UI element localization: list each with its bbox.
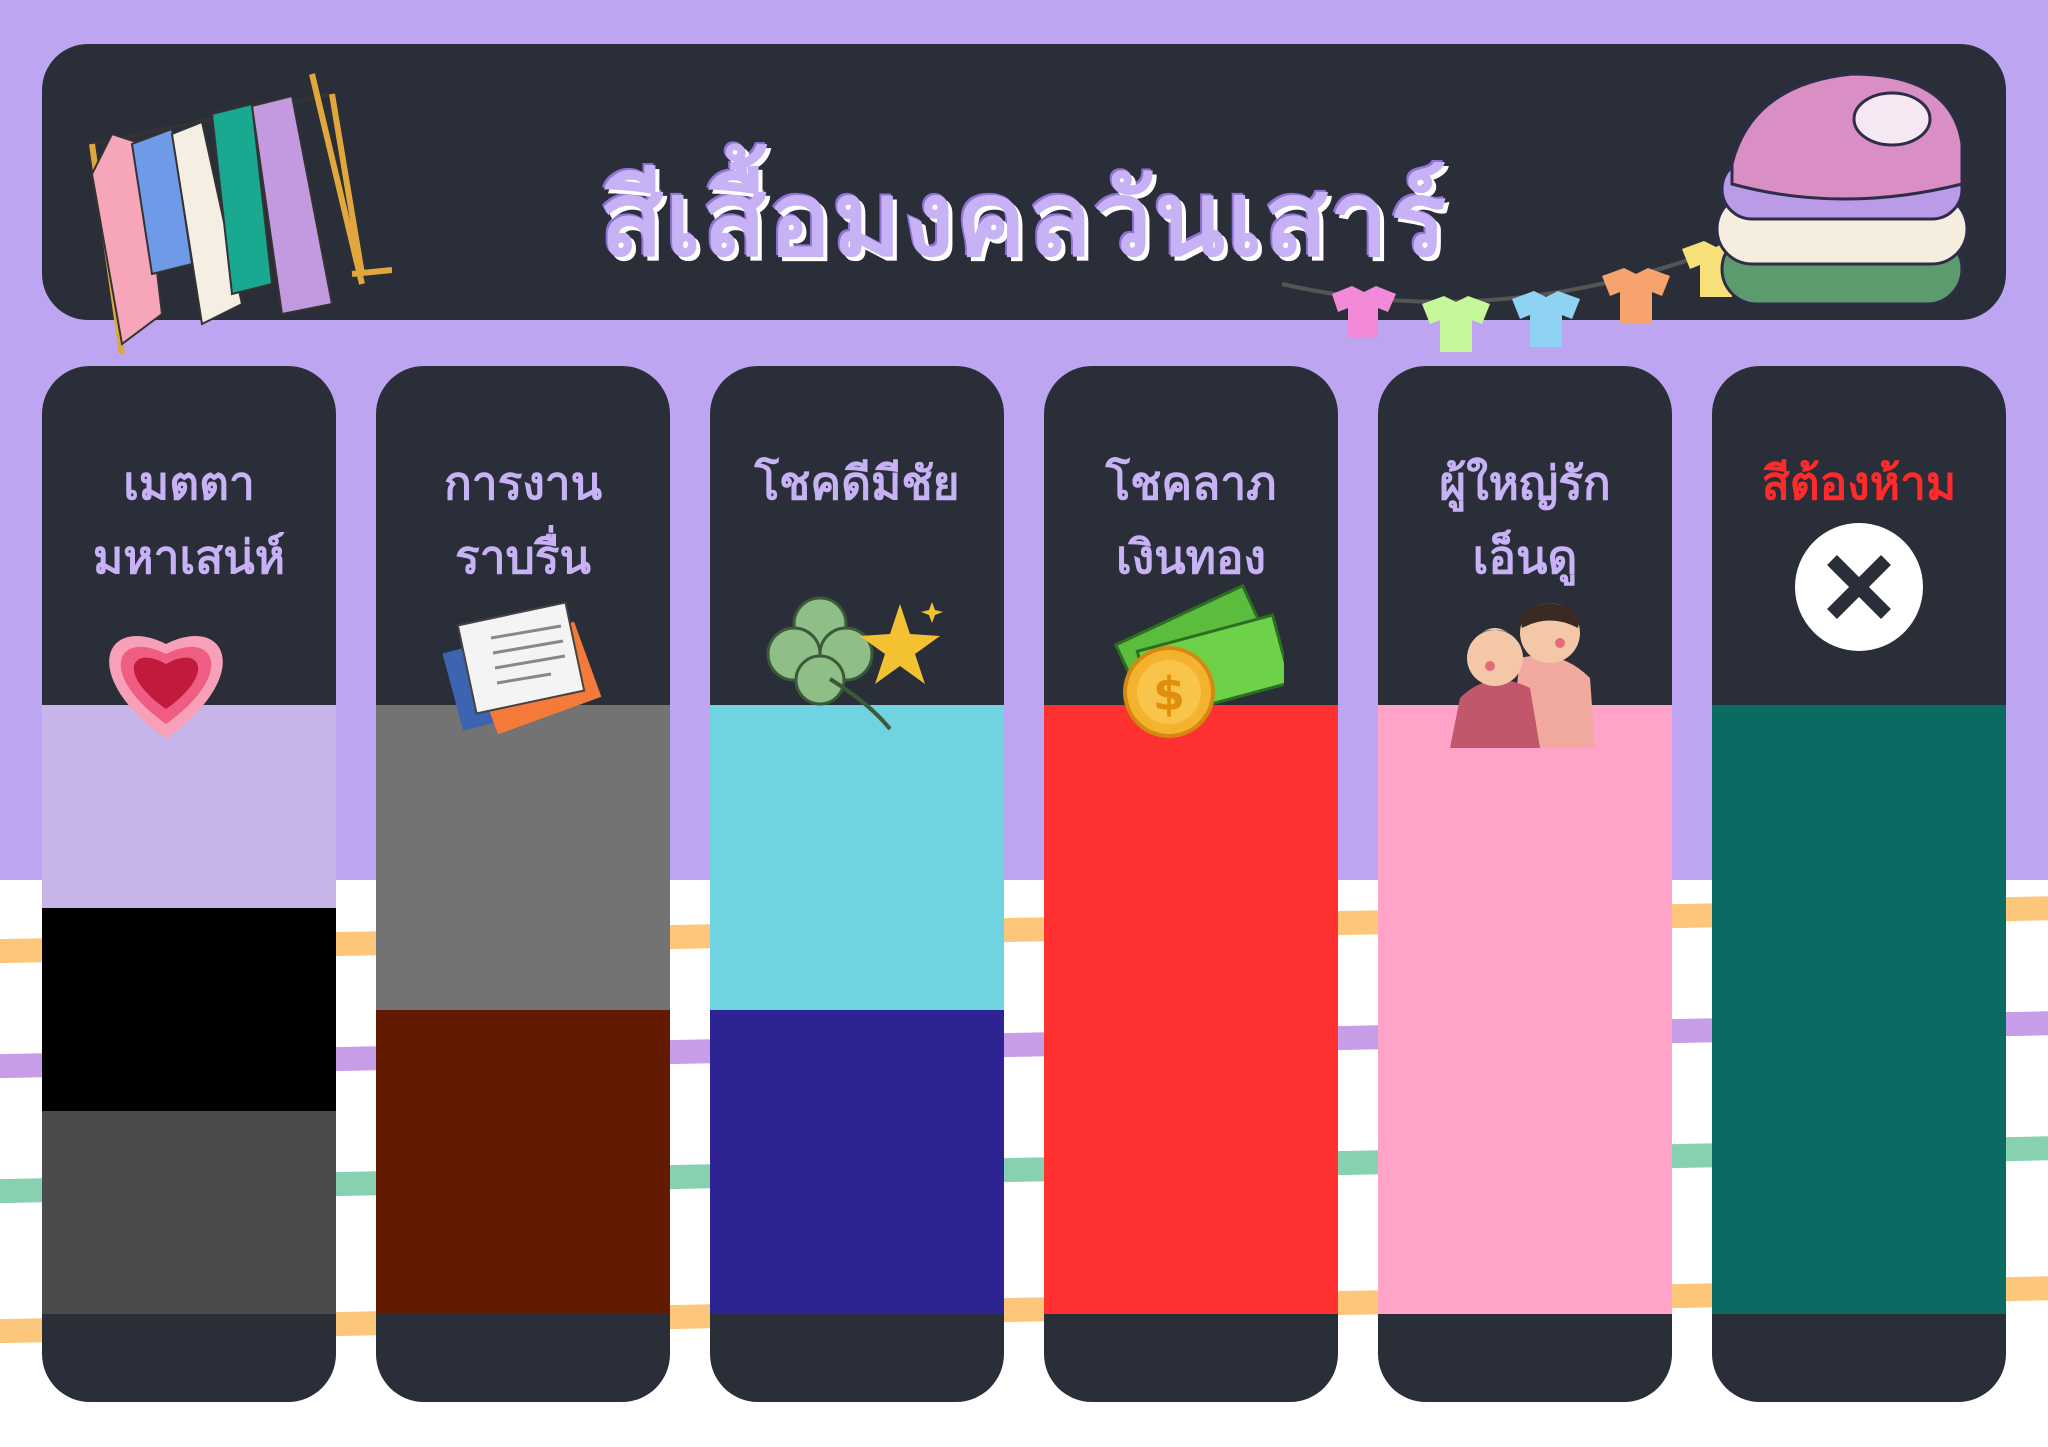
color-swatch <box>1378 705 1672 1314</box>
column-label: เมตตามหาเสน่ห์ <box>42 446 336 594</box>
color-swatch <box>1712 705 2006 1314</box>
clover-star-icon <box>760 584 950 738</box>
color-column-4: โชคลาภ เงินทอง $ <box>1044 366 1338 1402</box>
color-swatch <box>42 908 336 1111</box>
clothing-rack-icon <box>89 73 392 355</box>
column-label: ผู้ใหญ่รักเอ็นดู <box>1378 446 1672 594</box>
column-label-line-1: การงาน <box>443 456 603 510</box>
x-circle-icon <box>1794 522 1924 656</box>
color-swatch <box>1044 705 1338 1314</box>
column-label-line-1: โชคดีมีชัย <box>754 456 960 510</box>
color-swatch <box>710 1009 1004 1314</box>
column-label-line-2: เอ็นดู <box>1472 530 1578 584</box>
elderly-couple-icon <box>1450 588 1600 752</box>
header-banner: สีเสื้อมงคลวันเสาร์ <box>42 44 2006 355</box>
color-column-3: โชคดีมีชัย <box>710 366 1004 1402</box>
column-label: โชคดีมีชัย <box>710 446 1004 520</box>
color-swatch <box>710 705 1004 1010</box>
column-label-line-1: สีต้องห้าม <box>1761 456 1957 510</box>
column-label-line-1: โชคลาภ <box>1105 456 1277 510</box>
column-label-line-2: ราบรื่น <box>455 530 591 584</box>
folded-clothes-stack-icon <box>1715 72 1969 306</box>
color-column-2: การงานราบรื่น <box>376 366 670 1402</box>
color-swatch <box>376 1009 670 1314</box>
svg-text:$: $ <box>1153 667 1185 721</box>
column-label: การงานราบรื่น <box>376 446 670 594</box>
money-coin-icon: $ <box>1104 582 1293 746</box>
column-label-line-2: มหาเสน่ห์ <box>92 530 286 584</box>
color-swatch <box>376 705 670 1010</box>
column-label-line-1: เมตตา <box>123 456 255 510</box>
documents-icon <box>431 598 611 742</box>
color-column-1: เมตตามหาเสน่ห์ <box>42 366 336 1402</box>
color-column-6: สีต้องห้าม <box>1712 366 2006 1402</box>
color-column-5: ผู้ใหญ่รักเอ็นดู <box>1378 366 1672 1402</box>
column-label: โชคลาภ เงินทอง <box>1044 446 1338 594</box>
color-swatch <box>42 1111 336 1314</box>
column-label: สีต้องห้าม <box>1712 446 2006 520</box>
heart-icon <box>96 614 236 748</box>
column-label-line-1: ผู้ใหญ่รัก <box>1439 456 1611 510</box>
